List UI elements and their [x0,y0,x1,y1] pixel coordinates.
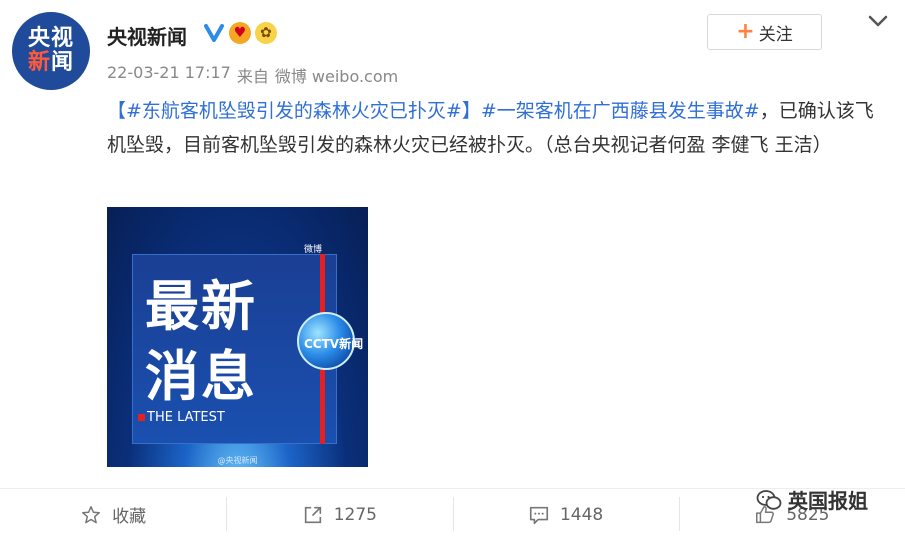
avatar-text-top: 央视 [27,26,74,51]
post-meta: 22-03-21 17:17 来自 微博 weibo.com [107,63,398,87]
flower-icon[interactable]: ✿ [255,22,277,44]
author-name[interactable]: 央视新闻 [107,21,187,50]
weibo-post-card: 央视 新 闻 央视新闻 ♥ ✿ 22-03-21 17:17 来自 微博 wei… [0,0,905,540]
star-icon [82,505,101,523]
repost-count: 1275 [333,504,377,525]
cctv-logo: CCTV新闻 [304,337,364,351]
image-red-square [138,414,145,421]
post-timestamp[interactable]: 22-03-21 17:17 [107,63,231,87]
post-content: 【#东航客机坠毁引发的森林火灾已扑灭#】#一架客机在广西藤县发生事故#，已确认该… [107,94,892,162]
favorite-button[interactable]: 收藏 [0,489,226,540]
image-subtitle: THE LATEST [147,410,225,425]
post-source[interactable]: 微博 weibo.com [275,63,398,87]
follow-label: 关注 [758,24,793,45]
share-icon [304,506,321,523]
image-weibo-mark: 微博 [304,245,323,255]
watermark: 英国报姐 [756,485,868,514]
post-image[interactable]: 微博 最新 消息 CCTV新闻 THE LATEST @央视新闻 [107,207,368,467]
chevron-down-icon[interactable] [866,12,890,32]
comment-icon [529,506,549,524]
favorite-label: 收藏 [112,507,147,527]
follow-button[interactable]: + 关注 [707,14,822,50]
topic-link-1[interactable]: 【#东航客机坠毁引发的森林火灾已扑灭#】 [107,100,481,122]
avatar-text-red: 新 [27,50,51,75]
wechat-icon [756,489,782,510]
comment-button[interactable]: 1448 [452,489,679,540]
topic-link-2[interactable]: #一架客机在广西藤县发生事故# [481,100,760,122]
plus-icon: + [736,19,755,44]
image-headline-1: 最新 [145,275,257,338]
gold-medal-icon[interactable]: ♥ [229,22,251,44]
image-footer: @央视新闻 [217,456,258,465]
verified-icon[interactable] [203,22,225,44]
avatar-text-bottom: 新 闻 [28,51,74,75]
repost-button[interactable]: 1275 [226,489,452,540]
author-badges: ♥ ✿ [203,22,277,44]
avatar-text-white: 闻 [51,50,75,75]
post-source-prefix: 来自 [236,67,269,86]
avatar[interactable]: 央视 新 闻 [12,12,90,90]
comment-count: 1448 [559,504,604,525]
image-headline-2: 消息 [145,345,257,408]
watermark-label: 英国报姐 [788,489,868,513]
